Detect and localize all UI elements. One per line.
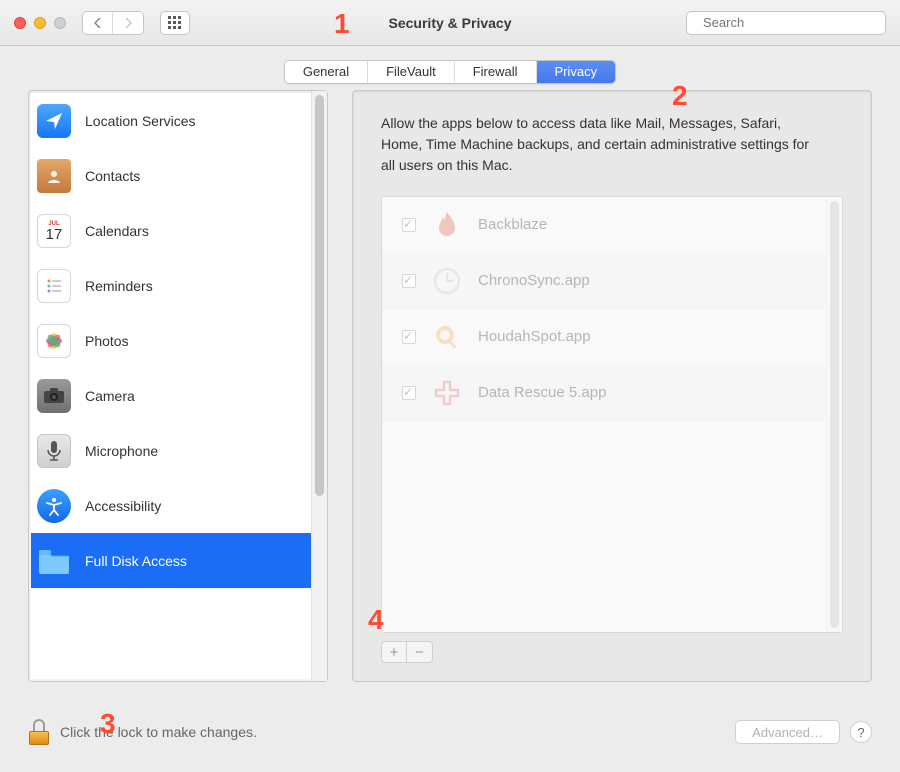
tabs: General FileVault Firewall Privacy <box>284 60 616 84</box>
remove-app-button[interactable]: − <box>407 641 433 663</box>
tab-privacy[interactable]: Privacy <box>537 61 616 83</box>
reminders-icon <box>37 269 71 303</box>
category-label: Accessibility <box>85 498 161 514</box>
help-button[interactable]: ? <box>850 721 872 743</box>
minimize-window-button[interactable] <box>34 17 46 29</box>
chevron-right-icon <box>124 18 132 28</box>
folder-icon <box>37 544 71 578</box>
category-label: Full Disk Access <box>85 553 187 569</box>
category-photos[interactable]: Photos <box>31 313 311 368</box>
advanced-button[interactable]: Advanced… <box>735 720 840 744</box>
app-name: Backblaze <box>478 216 547 233</box>
houdahspot-icon <box>432 322 462 352</box>
grid-icon <box>168 16 182 30</box>
forward-button[interactable] <box>113 12 143 34</box>
category-scrollbar[interactable] <box>311 91 327 681</box>
category-label: Camera <box>85 388 135 404</box>
privacy-category-list: Location Services Contacts JUL 17 Calend… <box>28 90 328 682</box>
category-microphone[interactable]: Microphone <box>31 423 311 478</box>
category-calendars[interactable]: JUL 17 Calendars <box>31 203 311 258</box>
lock-body-icon <box>29 731 49 745</box>
nav-back-forward <box>82 11 144 35</box>
app-checkbox[interactable] <box>402 218 416 232</box>
category-label: Photos <box>85 333 129 349</box>
category-location-services[interactable]: Location Services <box>31 93 311 148</box>
lock-shackle-icon <box>33 719 45 731</box>
lock-button[interactable] <box>28 719 50 745</box>
chronosync-icon <box>432 266 462 296</box>
category-label: Location Services <box>85 113 196 129</box>
calendar-icon: JUL 17 <box>37 214 71 248</box>
add-remove-controls: + − <box>381 641 843 663</box>
app-checkbox[interactable] <box>402 330 416 344</box>
app-name: ChronoSync.app <box>478 272 590 289</box>
chevron-left-icon <box>94 18 102 28</box>
category-camera[interactable]: Camera <box>31 368 311 423</box>
add-app-button[interactable]: + <box>381 641 407 663</box>
app-checkbox[interactable] <box>402 386 416 400</box>
accessibility-icon <box>37 489 71 523</box>
backblaze-icon <box>432 210 462 240</box>
app-name: Data Rescue 5.app <box>478 384 606 401</box>
back-button[interactable] <box>83 12 113 34</box>
window-controls <box>14 17 66 29</box>
app-row[interactable]: ChronoSync.app <box>382 253 826 309</box>
tab-firewall[interactable]: Firewall <box>455 61 537 83</box>
search-field[interactable] <box>686 11 886 35</box>
app-row[interactable]: HoudahSpot.app <box>382 309 826 365</box>
tab-filevault[interactable]: FileVault <box>368 61 455 83</box>
app-list-scrollbar[interactable] <box>826 197 842 632</box>
search-input[interactable] <box>701 14 881 31</box>
content-area: Location Services Contacts JUL 17 Calend… <box>28 90 872 682</box>
app-name: HoudahSpot.app <box>478 328 591 345</box>
app-list: Backblaze ChronoSync.app HoudahSpot.app <box>381 196 843 633</box>
microphone-icon <box>37 434 71 468</box>
category-contacts[interactable]: Contacts <box>31 148 311 203</box>
data-rescue-icon <box>432 378 462 408</box>
app-row[interactable]: Backblaze <box>382 197 826 253</box>
show-all-prefs-button[interactable] <box>160 11 190 35</box>
category-label: Microphone <box>85 443 158 459</box>
location-icon <box>37 104 71 138</box>
category-label: Reminders <box>85 278 153 294</box>
category-label: Calendars <box>85 223 149 239</box>
category-accessibility[interactable]: Accessibility <box>31 478 311 533</box>
app-checkbox[interactable] <box>402 274 416 288</box>
category-label: Contacts <box>85 168 140 184</box>
tabs-row: General FileVault Firewall Privacy <box>0 46 900 90</box>
footer: Click the lock to make changes. Advanced… <box>28 714 872 750</box>
detail-description: Allow the apps below to access data like… <box>381 113 825 176</box>
category-full-disk-access[interactable]: Full Disk Access <box>31 533 311 588</box>
zoom-window-button[interactable] <box>54 17 66 29</box>
detail-pane: Allow the apps below to access data like… <box>352 90 872 682</box>
category-reminders[interactable]: Reminders <box>31 258 311 313</box>
photos-icon <box>37 324 71 358</box>
titlebar: Security & Privacy <box>0 0 900 46</box>
lock-message: Click the lock to make changes. <box>60 724 257 740</box>
app-row[interactable]: Data Rescue 5.app <box>382 365 826 421</box>
close-window-button[interactable] <box>14 17 26 29</box>
camera-icon <box>37 379 71 413</box>
tab-general[interactable]: General <box>285 61 368 83</box>
contacts-icon <box>37 159 71 193</box>
